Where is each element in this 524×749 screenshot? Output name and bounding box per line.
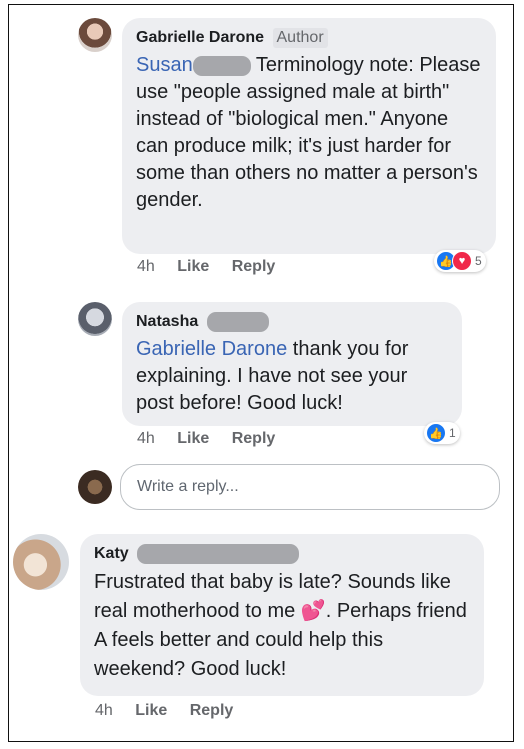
- avatar[interactable]: [78, 302, 112, 336]
- comment-author[interactable]: Gabrielle Darone: [136, 29, 264, 46]
- reaction-summary[interactable]: 👍 ♥ 5: [434, 250, 486, 272]
- like-button[interactable]: Like: [135, 702, 167, 719]
- redacted-name: [206, 312, 269, 332]
- comment-actions: 4h Like Reply: [137, 258, 293, 276]
- like-button[interactable]: Like: [177, 258, 209, 275]
- avatar: [78, 470, 112, 504]
- redacted-name: [137, 544, 300, 564]
- avatar[interactable]: [13, 534, 69, 590]
- reaction-count: 5: [475, 254, 482, 268]
- comment-text: Gabrielle Darone thank you for explainin…: [136, 336, 448, 417]
- avatar[interactable]: [78, 18, 112, 52]
- reaction-summary[interactable]: 👍 1: [424, 422, 460, 444]
- comment-text: Frustrated that baby is late? Sounds lik…: [94, 568, 470, 684]
- comment-time[interactable]: 4h: [95, 702, 113, 719]
- comment-time[interactable]: 4h: [137, 430, 155, 447]
- two-hearts-emoji: 💕: [300, 600, 326, 622]
- comment-bubble: Natasha Gabrielle Darone thank you for e…: [122, 302, 462, 426]
- comment-text: Susan Terminology note: Please use "peop…: [136, 52, 482, 214]
- reply-placeholder: Write a reply...: [137, 478, 239, 495]
- comment-time[interactable]: 4h: [137, 258, 155, 275]
- reaction-count: 1: [449, 426, 456, 440]
- like-icon: 👍: [426, 423, 446, 443]
- mention-link[interactable]: Gabrielle Darone: [136, 338, 287, 360]
- love-icon: ♥: [452, 251, 472, 271]
- comment-body: Terminology note: Please use "people ass…: [136, 54, 481, 211]
- reply-input[interactable]: Write a reply...: [120, 464, 500, 510]
- author-badge: Author: [272, 28, 328, 48]
- reply-button[interactable]: Reply: [190, 702, 234, 719]
- comment-actions: 4h Like Reply: [137, 430, 293, 448]
- mention-link[interactable]: Susan: [136, 54, 193, 76]
- redacted-name: [192, 55, 251, 76]
- reply-button[interactable]: Reply: [232, 258, 276, 275]
- comment-bubble: Gabrielle Darone Author Susan Terminolog…: [122, 18, 496, 254]
- comment-author[interactable]: Natasha: [136, 313, 198, 330]
- like-button[interactable]: Like: [177, 430, 209, 447]
- comment-actions: 4h Like Reply: [95, 702, 251, 720]
- comment-author[interactable]: Katy: [94, 545, 129, 562]
- comment-bubble: Katy Frustrated that baby is late? Sound…: [80, 534, 484, 696]
- reply-button[interactable]: Reply: [232, 430, 276, 447]
